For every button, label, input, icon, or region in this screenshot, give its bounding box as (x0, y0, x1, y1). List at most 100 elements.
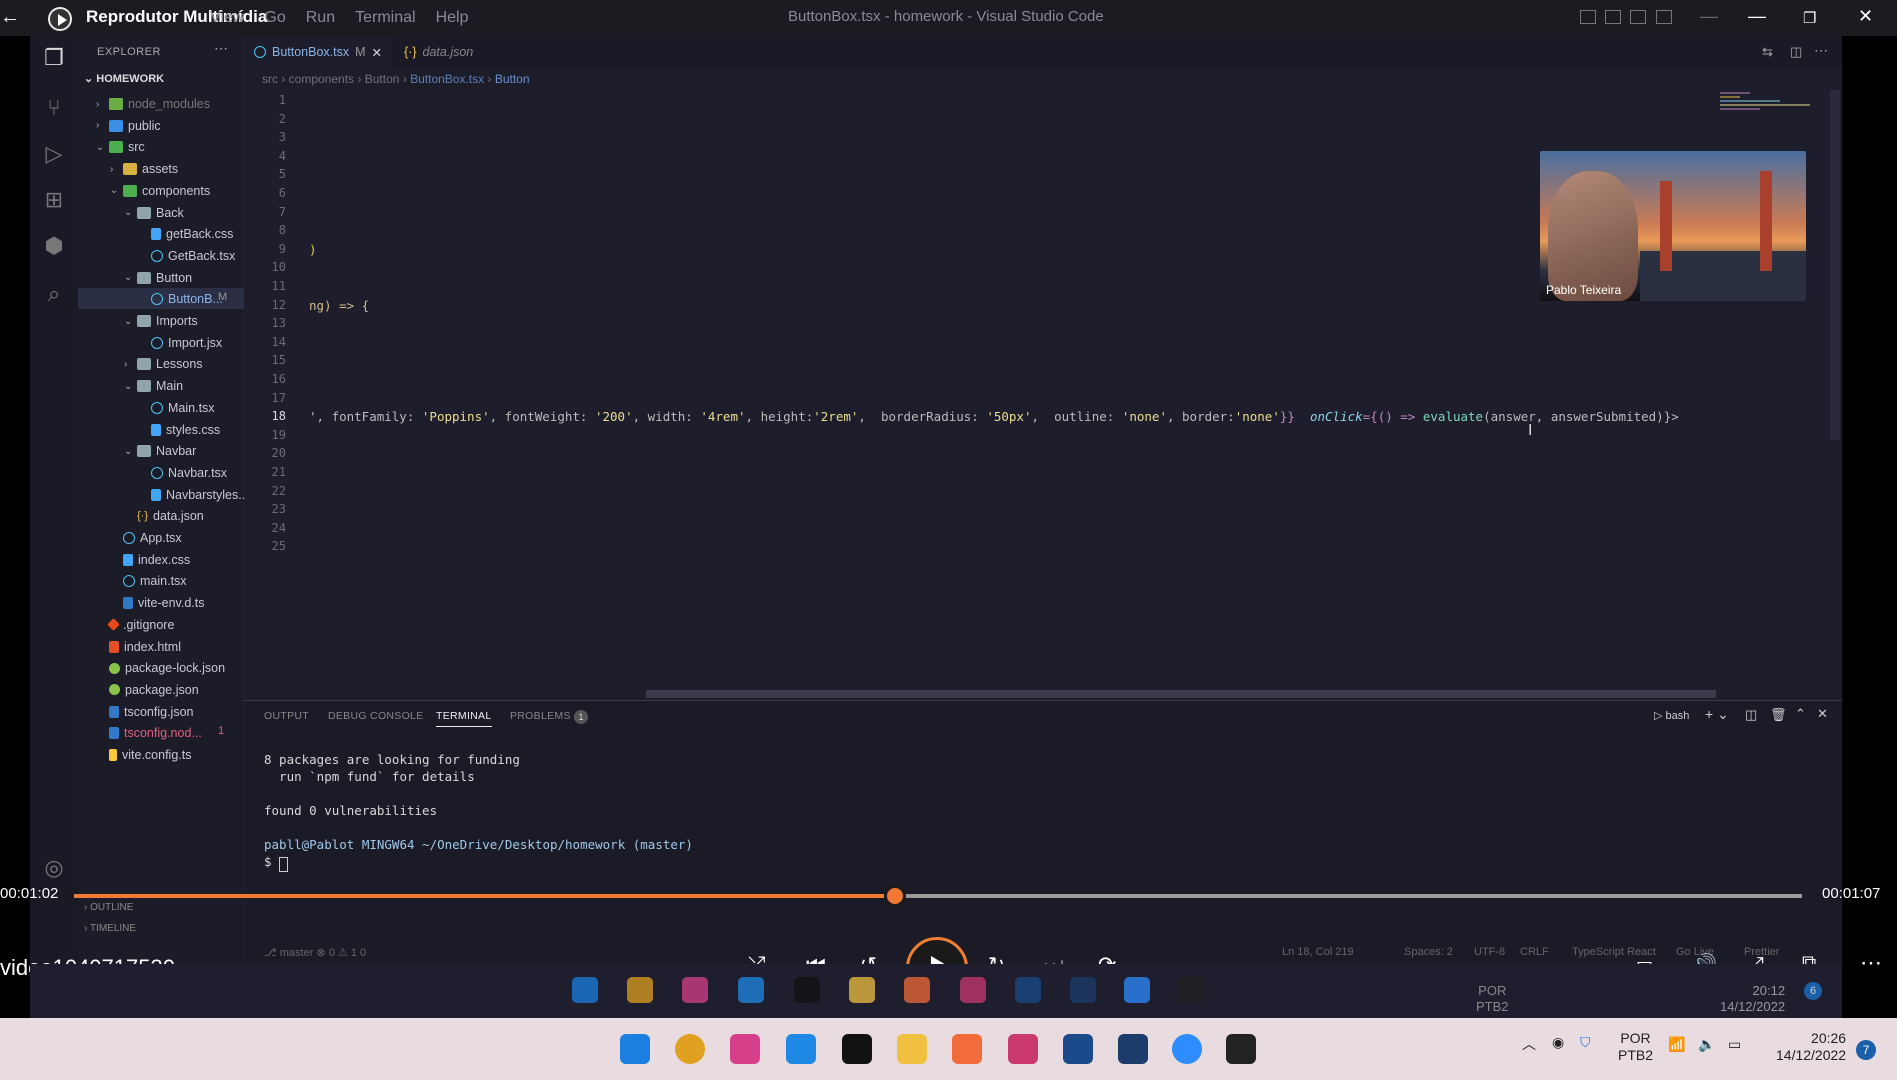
tree-file[interactable]: App.tsx (110, 528, 182, 548)
vscode-icon[interactable] (786, 1034, 816, 1064)
tree-folder[interactable]: › Lessons (124, 354, 203, 374)
breadcrumb-item[interactable]: Button (365, 72, 400, 86)
maximize-panel-icon[interactable]: ⌃ (1795, 706, 1806, 722)
tree-folder[interactable]: › assets (110, 159, 178, 179)
split-editor-icon[interactable]: ◫ (1790, 44, 1802, 60)
outline-section[interactable]: › OUTLINE (84, 902, 133, 913)
tree-file[interactable]: index.html (96, 637, 181, 657)
tree-file[interactable]: vite-env.d.ts (110, 593, 204, 613)
tree-folder[interactable]: › public (96, 116, 161, 136)
cursor-position[interactable]: Ln 18, Col 219 (1282, 946, 1354, 958)
timeline-section[interactable]: › TIMELINE (84, 923, 136, 934)
encoding-status[interactable]: UTF-8 (1474, 946, 1505, 958)
show-hidden-icons[interactable]: ︿ (1522, 1034, 1536, 1054)
close-window-icon[interactable]: ✕ (1858, 6, 1873, 27)
tree-file[interactable]: index.css (110, 550, 190, 570)
customize-layout-icon[interactable] (1656, 10, 1672, 24)
tree-file[interactable]: main.tsx (110, 571, 187, 591)
tree-folder[interactable]: ⌄ Back (124, 203, 184, 223)
more-actions-icon[interactable]: ⋯ (214, 40, 228, 57)
tree-file[interactable]: vite.config.ts (96, 745, 191, 765)
toggle-sidebar-icon[interactable] (1580, 10, 1596, 24)
menu-go[interactable]: Go (264, 9, 285, 27)
new-terminal-icon[interactable]: + ⌄ (1705, 706, 1729, 723)
eol-status[interactable]: CRLF (1520, 946, 1549, 958)
kill-terminal-icon[interactable]: 🗑 (1770, 707, 1787, 723)
postman-icon[interactable] (952, 1034, 982, 1064)
tab-data-json[interactable]: {·} data.json (394, 36, 483, 68)
notification-badge[interactable]: 7 (1856, 1040, 1876, 1060)
tree-file[interactable]: package.json (96, 680, 199, 700)
tree-folder[interactable]: ⌄ components (110, 181, 210, 201)
wifi-icon[interactable]: 📶 (1668, 1036, 1685, 1053)
search-icon[interactable]: ⌕ (40, 280, 68, 308)
editor-more-icon[interactable]: ⋯ (1814, 42, 1828, 59)
horizontal-scrollbar[interactable] (646, 690, 1716, 698)
git-kraken-icon[interactable] (1008, 1034, 1038, 1064)
tree-folder[interactable]: ⌄ Main (124, 376, 183, 396)
minimap[interactable] (1718, 90, 1828, 140)
branch-status[interactable]: ⎇ master ⊗ 0 ⚠ 1 0 (264, 946, 366, 959)
tree-file[interactable]: .gitignore (96, 615, 174, 635)
player-more-icon[interactable]: ⋯ (1860, 950, 1882, 976)
breadcrumb-item[interactable]: ButtonBox.tsx (410, 72, 484, 86)
tree-file[interactable]: tsconfig.nod... (96, 723, 202, 743)
explorer-icon[interactable]: ❐ (40, 44, 68, 72)
breadcrumb-item[interactable]: Button (495, 72, 530, 86)
windows-start-icon[interactable] (620, 1034, 650, 1064)
restore-icon[interactable]: ❐ (1803, 9, 1816, 27)
minimize-inner-icon[interactable]: — (1700, 6, 1718, 27)
tree-file[interactable]: styles.css (138, 420, 220, 440)
speaker-icon[interactable]: 🔈 (1698, 1036, 1715, 1053)
account-icon[interactable]: ◎ (40, 854, 68, 882)
terminal-shell-selector[interactable]: ▷ bash (1654, 709, 1689, 722)
vertical-scrollbar[interactable] (1830, 90, 1840, 440)
menu-view[interactable]: View (210, 9, 244, 27)
tab-buttonbox[interactable]: ButtonBox.tsx M ✕ (244, 36, 393, 68)
menu-terminal[interactable]: Terminal (355, 9, 415, 27)
tree-folder[interactable]: ⌄ src (96, 137, 145, 157)
tree-file[interactable]: tsconfig.json (96, 702, 193, 722)
instagram-icon[interactable] (730, 1034, 760, 1064)
tab-problems[interactable]: PROBLEMS (510, 710, 571, 722)
prime-video-icon[interactable] (1063, 1034, 1093, 1064)
open-changes-icon[interactable]: ⇆ (1762, 44, 1773, 60)
defender-icon[interactable]: ⛉ (1580, 1034, 1591, 1051)
tree-file[interactable]: getBack.css (138, 224, 233, 244)
tree-file[interactable]: Main.tsx (138, 398, 215, 418)
tree-file[interactable]: Navbar.tsx (138, 463, 227, 483)
menu-run[interactable]: Run (306, 9, 335, 27)
media-player-icon[interactable] (1226, 1034, 1256, 1064)
tree-file[interactable]: ButtonB... (138, 289, 223, 309)
chrome-icon[interactable] (675, 1034, 705, 1064)
tree-folder[interactable]: ⌄ Imports (124, 311, 198, 331)
lang-indicator[interactable]: POR PTB2 (1618, 1030, 1653, 1064)
indent-status[interactable]: Spaces: 2 (1404, 946, 1453, 958)
explorer-root[interactable]: ⌄ HOMEWORK (84, 72, 164, 85)
extensions-icon[interactable]: ⊞ (40, 186, 68, 214)
seek-bar-thumb[interactable] (883, 885, 906, 907)
breadcrumb-item[interactable]: components (289, 72, 354, 86)
breadcrumb-item[interactable]: src (262, 72, 278, 86)
tree-file[interactable]: Import.jsx (138, 333, 222, 353)
tab-output[interactable]: OUTPUT (264, 710, 309, 722)
gitkraken-icon[interactable]: ⬢ (40, 232, 68, 260)
split-terminal-icon[interactable]: ◫ (1745, 707, 1757, 723)
tree-file[interactable]: Navbarstyles.... (138, 485, 252, 505)
toggle-secondary-sidebar-icon[interactable] (1630, 10, 1646, 24)
close-tab-icon[interactable]: ✕ (372, 45, 382, 60)
run-debug-icon[interactable]: ▷ (40, 140, 68, 168)
seek-bar[interactable] (74, 885, 1802, 907)
menu-help[interactable]: Help (436, 9, 469, 27)
tree-file[interactable]: {·} data.json (124, 506, 204, 526)
toggle-panel-icon[interactable] (1605, 10, 1621, 24)
battery-icon[interactable]: ▭ (1728, 1036, 1741, 1053)
tree-folder[interactable]: ⌄ Button (124, 268, 192, 288)
zoom-icon[interactable] (1172, 1034, 1202, 1064)
cmd-icon[interactable] (1118, 1034, 1148, 1064)
tree-file[interactable]: package-lock.json (96, 658, 225, 678)
close-panel-icon[interactable]: ✕ (1817, 706, 1828, 722)
system-clock[interactable]: 20:26 14/12/2022 (1776, 1030, 1846, 1064)
file-explorer-icon[interactable] (897, 1034, 927, 1064)
netflix-icon[interactable] (842, 1034, 872, 1064)
